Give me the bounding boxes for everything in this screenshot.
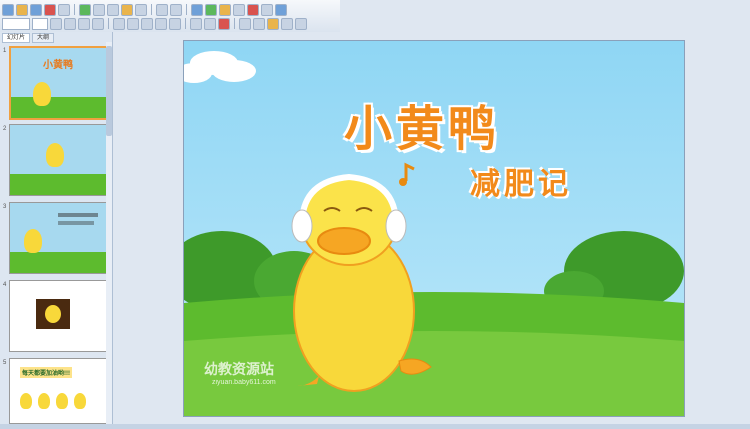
thumbnail-number: 2	[3, 126, 7, 132]
separator	[108, 18, 109, 29]
save-icon[interactable]	[30, 3, 42, 16]
thumbnail-number: 4	[3, 282, 7, 288]
thumbnail-banner: 每天都要加油哟!!!	[20, 367, 72, 378]
line-color-icon[interactable]	[281, 17, 293, 30]
slide-thumbnail-2[interactable]	[9, 124, 107, 196]
slide-thumbnail-4[interactable]	[9, 280, 107, 352]
duck-image	[74, 393, 86, 409]
decrease-font-icon[interactable]	[204, 17, 216, 30]
cloud-image	[212, 60, 256, 82]
text-lines	[58, 213, 98, 217]
align-center-icon[interactable]	[127, 17, 139, 30]
slide-subtitle[interactable]: 减肥记	[470, 159, 572, 203]
permission-icon[interactable]	[44, 3, 56, 16]
grass-image	[10, 174, 106, 195]
headphone-right-image	[385, 209, 407, 243]
underline-icon[interactable]	[78, 17, 90, 30]
print-icon[interactable]	[58, 3, 70, 16]
duck-image	[20, 393, 32, 409]
spelling-icon[interactable]	[79, 3, 91, 16]
undo-icon[interactable]	[156, 3, 168, 16]
music-note-image	[404, 162, 415, 181]
watermark-url: ziyuan.baby611.com	[212, 379, 276, 386]
panel-tabs: 幻灯片 大纲	[0, 32, 112, 44]
tab-slides[interactable]: 幻灯片	[2, 33, 31, 43]
separator	[151, 4, 152, 15]
bold-icon[interactable]	[50, 17, 62, 30]
current-slide[interactable]: 小黄鸭 减肥记 幼教资源站 ziyuan.baby611.com	[183, 40, 685, 417]
duck-image	[24, 229, 42, 253]
increase-font-icon[interactable]	[190, 17, 202, 30]
thumbnail-number: 1	[3, 48, 7, 54]
slides-panel: 幻灯片 大纲 1 小黄鸭 2 3 4 5 每天都要加油哟!!!	[0, 32, 113, 424]
redo-icon[interactable]	[170, 3, 182, 16]
copy-icon[interactable]	[107, 3, 119, 16]
format-painter-icon[interactable]	[135, 3, 147, 16]
picture-icon[interactable]	[219, 3, 231, 16]
text-lines	[58, 221, 94, 225]
watermark-text: 幼教资源站	[204, 361, 274, 377]
thumbnail-number: 3	[3, 204, 7, 210]
draw-icon[interactable]	[295, 17, 307, 30]
chart-icon[interactable]	[191, 3, 203, 16]
headphone-left-image	[291, 209, 313, 243]
thumbnail-number: 5	[3, 360, 7, 366]
italic-icon[interactable]	[64, 17, 76, 30]
design-icon[interactable]	[239, 17, 251, 30]
table-icon[interactable]	[205, 3, 217, 16]
new-icon[interactable]	[2, 3, 14, 16]
duck-face-image	[45, 305, 61, 323]
paste-icon[interactable]	[121, 3, 133, 16]
font-select[interactable]	[2, 17, 30, 30]
zoom-icon[interactable]	[261, 3, 273, 16]
separator	[186, 4, 187, 15]
help-icon[interactable]	[275, 3, 287, 16]
thumbnail-scrollbar[interactable]	[106, 42, 112, 424]
toolbar-row-2	[2, 17, 307, 30]
new-slide-icon[interactable]	[253, 17, 265, 30]
duck-beak-image	[317, 227, 371, 255]
duck-image	[38, 393, 50, 409]
align-right-icon[interactable]	[141, 17, 153, 30]
duck-photo-image	[36, 299, 70, 329]
bullets-icon[interactable]	[169, 17, 181, 30]
scrollbar-thumb[interactable]	[106, 46, 112, 136]
music-note-image	[399, 178, 407, 186]
cut-icon[interactable]	[93, 3, 105, 16]
duck-image	[56, 393, 68, 409]
font-size-select[interactable]	[32, 17, 48, 30]
duck-image	[33, 82, 51, 106]
slide-title[interactable]: 小黄鸭	[344, 89, 500, 159]
separator	[185, 18, 186, 29]
separator	[234, 18, 235, 29]
slide-thumbnail-5[interactable]: 每天都要加油哟!!!	[9, 358, 107, 424]
open-icon[interactable]	[16, 3, 28, 16]
fill-color-icon[interactable]	[267, 17, 279, 30]
grass-image	[10, 252, 106, 273]
status-bar	[0, 424, 750, 429]
numbering-icon[interactable]	[155, 17, 167, 30]
tab-outline[interactable]: 大纲	[32, 33, 55, 43]
grass-image	[11, 97, 107, 118]
toolbar-row-1	[2, 3, 287, 16]
duck-image	[46, 143, 64, 167]
slide-thumbnail-1[interactable]: 小黄鸭	[9, 46, 109, 120]
textbox-icon[interactable]	[233, 3, 245, 16]
slide-thumbnail-3[interactable]	[9, 202, 107, 274]
color-grayscale-icon[interactable]	[247, 3, 259, 16]
align-left-icon[interactable]	[113, 17, 125, 30]
font-color-icon[interactable]	[218, 17, 230, 30]
separator	[74, 4, 75, 15]
thumbnail-title: 小黄鸭	[43, 60, 73, 71]
toolbar-empty-area	[340, 0, 750, 32]
shadow-icon[interactable]	[92, 17, 104, 30]
